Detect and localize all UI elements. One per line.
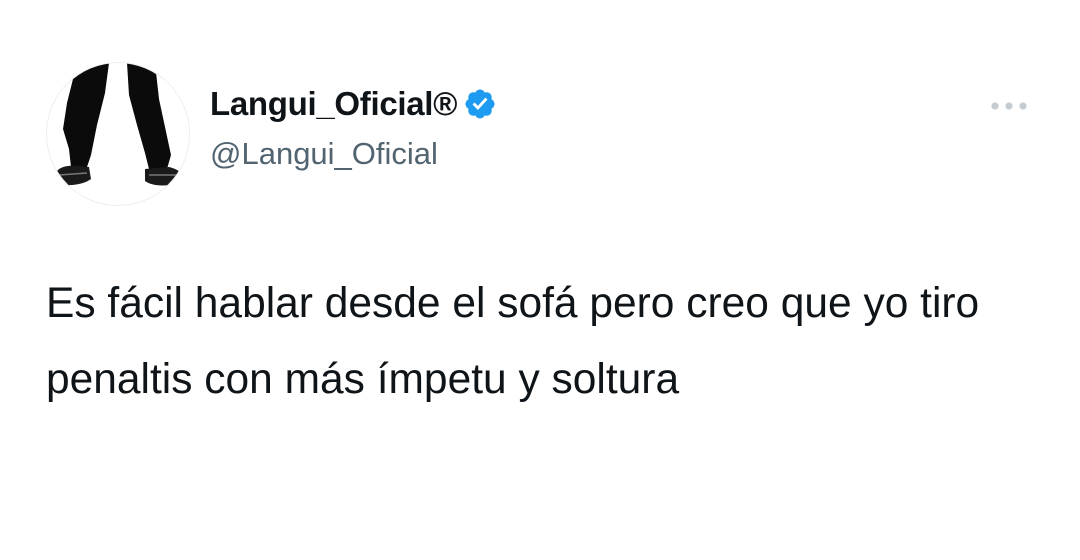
verified-badge-icon xyxy=(463,87,497,121)
author-name-row: Langui_Oficial® xyxy=(210,82,497,126)
legs-and-shoes-icon xyxy=(55,63,184,186)
author-handle[interactable]: @Langui_Oficial xyxy=(210,136,438,172)
tweet-card: Langui_Oficial® @Langui_Oficial Es fácil… xyxy=(0,0,1080,560)
tweet-text: Es fácil hablar desde el sofá pero creo … xyxy=(46,280,991,403)
author-display-name[interactable]: Langui_Oficial® xyxy=(210,85,458,123)
more-options-icon[interactable] xyxy=(986,92,1032,120)
avatar[interactable] xyxy=(46,62,190,206)
